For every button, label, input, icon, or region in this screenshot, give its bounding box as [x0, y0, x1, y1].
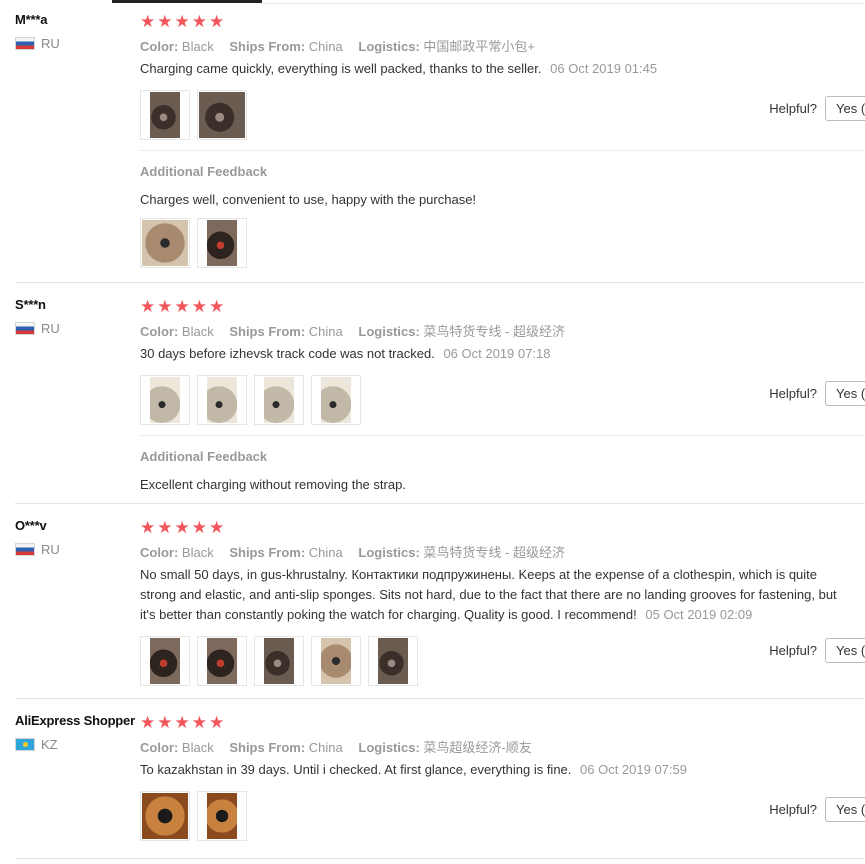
reviewer-name: M***a [15, 12, 48, 27]
additional-feedback-text: Charges well, convenient to use, happy w… [140, 192, 477, 207]
review-item: M***a RU ★★★★★ Color: Black Ships From: … [0, 12, 865, 282]
review-item: O***v RU ★★★★★ Color: Black Ships From: … [0, 518, 865, 698]
review-text: 30 days before izhevsk track code was no… [140, 346, 551, 361]
review-divider [15, 858, 865, 859]
review-divider [15, 282, 865, 283]
reviewer-name: O***v [15, 518, 47, 533]
divider [140, 435, 865, 436]
review-divider [15, 503, 865, 504]
review-photo-thumbnail[interactable] [197, 791, 247, 841]
review-photo-thumbnail[interactable] [140, 218, 190, 268]
review-photo-thumbnail[interactable] [140, 90, 190, 140]
review-photo-thumbnail[interactable] [254, 636, 304, 686]
helpful-vote: Helpful? Yes (0) [769, 96, 865, 121]
russia-flag-icon [15, 543, 35, 556]
tab-underline [0, 0, 865, 4]
order-info: Color: Black Ships From: China Logistics… [140, 39, 536, 54]
star-rating: ★★★★★ [140, 518, 227, 537]
review-date: 06 Oct 2019 01:45 [550, 61, 658, 76]
review-photo-thumbnail[interactable] [311, 375, 361, 425]
review-item: AliExpress Shopper KZ ★★★★★ Color: Black… [0, 713, 865, 858]
helpful-label: Helpful? [769, 802, 817, 817]
helpful-label: Helpful? [769, 643, 817, 658]
review-photos [140, 375, 865, 425]
helpful-yes-button[interactable]: Yes (0) [825, 96, 865, 121]
helpful-vote: Helpful? Yes (4) [769, 638, 865, 663]
review-text: To kazakhstan in 39 days. Until i checke… [140, 762, 687, 777]
helpful-label: Helpful? [769, 101, 817, 116]
russia-flag-icon [15, 37, 35, 50]
review-photo-thumbnail[interactable] [140, 375, 190, 425]
reviewer-info: AliExpress Shopper KZ [15, 713, 135, 752]
review-text: No small 50 days, in gus-khrustalny. Кон… [140, 567, 837, 622]
review-date: 06 Oct 2019 07:59 [580, 762, 687, 777]
helpful-yes-button[interactable]: Yes (0) [825, 797, 865, 822]
additional-feedback-photos [140, 218, 254, 268]
star-rating: ★★★★★ [140, 713, 227, 732]
country-code: RU [41, 321, 60, 336]
review-photo-thumbnail[interactable] [254, 375, 304, 425]
review-photos [140, 791, 865, 841]
order-info: Color: Black Ships From: China Logistics… [140, 324, 565, 339]
helpful-yes-button[interactable]: Yes (4) [825, 638, 865, 663]
reviewer-name: S***n [15, 297, 46, 312]
review-photo-thumbnail[interactable] [197, 375, 247, 425]
review-photo-thumbnail[interactable] [197, 218, 247, 268]
helpful-vote: Helpful? Yes (0) [769, 381, 865, 406]
reviewer-info: O***v RU [15, 518, 60, 557]
star-rating: ★★★★★ [140, 12, 227, 31]
reviewer-info: M***a RU [15, 12, 60, 51]
helpful-yes-button[interactable]: Yes (0) [825, 381, 865, 406]
russia-flag-icon [15, 322, 35, 335]
review-date: 06 Oct 2019 07:18 [443, 346, 551, 361]
additional-feedback-title: Additional Feedback [140, 164, 268, 179]
review-item: S***n RU ★★★★★ Color: Black Ships From: … [0, 297, 865, 503]
divider [140, 150, 865, 151]
review-photo-thumbnail[interactable] [197, 636, 247, 686]
order-info: Color: Black Ships From: China Logistics… [140, 740, 532, 755]
review-text: Charging came quickly, everything is wel… [140, 61, 658, 76]
additional-feedback-title: Additional Feedback [140, 449, 268, 464]
country-code: RU [41, 542, 60, 557]
additional-feedback-text: Excellent charging without removing the … [140, 477, 406, 492]
reviewer-info: S***n RU [15, 297, 60, 336]
review-photo-thumbnail[interactable] [140, 791, 190, 841]
kazakhstan-flag-icon [15, 738, 35, 751]
reviewer-name: AliExpress Shopper [15, 713, 135, 728]
country-code: RU [41, 36, 60, 51]
review-date: 05 Oct 2019 02:09 [645, 607, 753, 622]
review-photo-thumbnail[interactable] [140, 636, 190, 686]
review-photo-thumbnail[interactable] [311, 636, 361, 686]
helpful-label: Helpful? [769, 386, 817, 401]
review-photo-thumbnail[interactable] [368, 636, 418, 686]
review-photos [140, 90, 865, 140]
order-info: Color: Black Ships From: China Logistics… [140, 545, 565, 560]
star-rating: ★★★★★ [140, 297, 227, 316]
review-divider [15, 698, 865, 699]
country-code: KZ [41, 737, 58, 752]
review-photo-thumbnail[interactable] [197, 90, 247, 140]
helpful-vote: Helpful? Yes (0) [769, 797, 865, 822]
review-photos [140, 636, 865, 686]
